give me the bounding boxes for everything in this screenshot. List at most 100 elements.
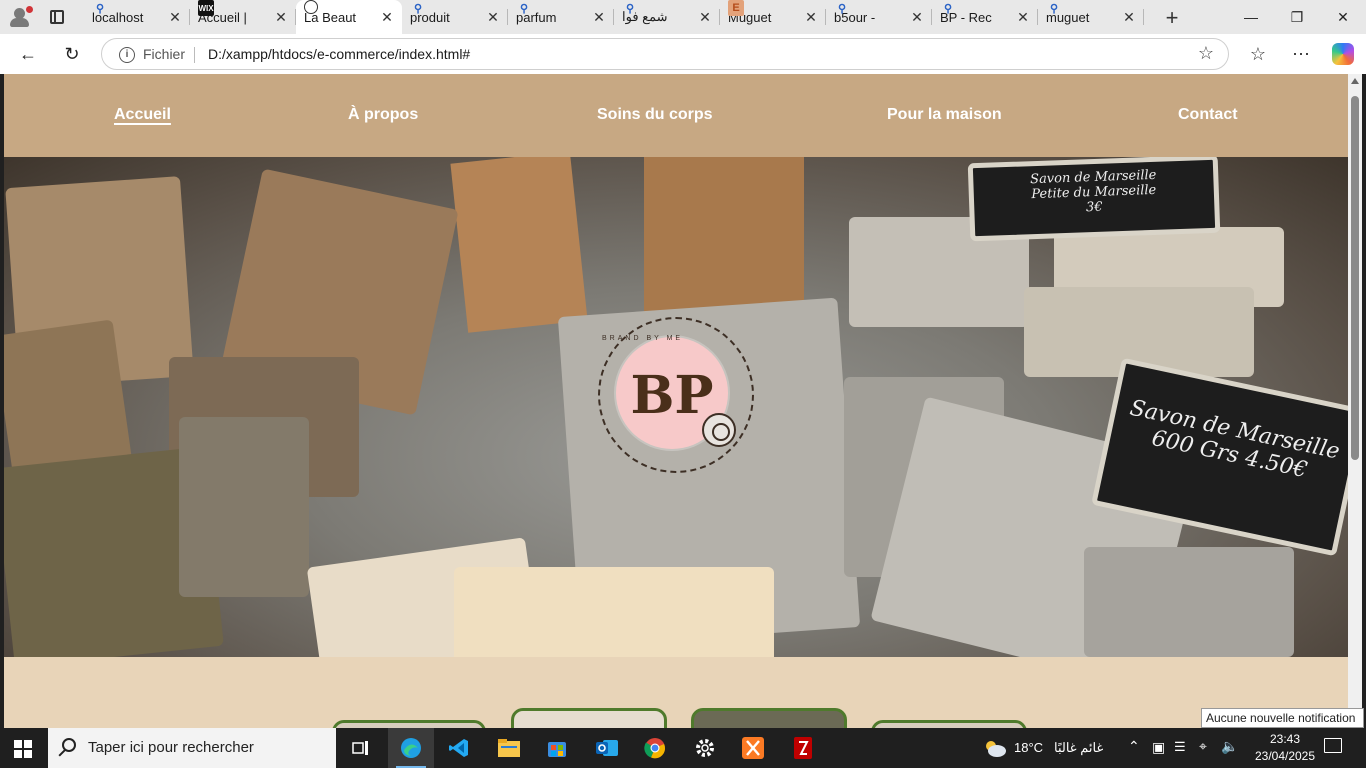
tab-bp-rec[interactable]: ⚲ BP - Rec ✕ [932, 0, 1038, 34]
windows-start-icon[interactable] [14, 740, 32, 758]
tab-muguet-etsy[interactable]: E Muguet ✕ [720, 0, 826, 34]
search-icon: ⚲ [95, 2, 105, 15]
nav-link-a-propos[interactable]: À propos [348, 106, 418, 124]
taskbar-search-placeholder: Taper ici pour rechercher [88, 739, 254, 756]
wix-icon: WIX [198, 0, 214, 16]
nav-link-soins-du-corps[interactable]: Soins du corps [597, 106, 713, 124]
close-icon[interactable]: ✕ [168, 9, 182, 26]
search-icon: ⚲ [519, 2, 529, 15]
soap-cube [1084, 547, 1294, 657]
file-explorer-icon[interactable] [486, 728, 532, 768]
close-icon[interactable]: ✕ [274, 9, 288, 26]
restore-icon[interactable]: ❐ [1274, 0, 1320, 34]
tab-b5our[interactable]: ⚲ b5our - ✕ [826, 0, 932, 34]
logo-arc-text: BRAND BY ME [602, 335, 684, 342]
site-navigation: Accueil À propos Soins du corps Pour la … [4, 74, 1348, 157]
scroll-thumb[interactable] [1351, 96, 1359, 460]
taskbar-clock[interactable]: 23:43 23/04/2025 [1248, 731, 1322, 765]
more-options-icon[interactable]: ⋯ [1289, 42, 1313, 66]
tab-muguet[interactable]: ⚲ muguet ✕ [1038, 0, 1144, 34]
tab-la-beaute[interactable]: La Beaut ✕ [296, 0, 402, 34]
close-icon[interactable]: ✕ [380, 9, 394, 26]
brand-logo[interactable]: BP BRAND BY ME [598, 317, 754, 473]
search-icon: ⚲ [837, 2, 847, 15]
search-icon: ⚲ [625, 2, 635, 15]
scroll-up-arrow-icon[interactable] [1351, 78, 1359, 84]
clock-date: 23/04/2025 [1254, 749, 1316, 763]
back-arrow-icon[interactable]: ← [16, 42, 40, 66]
tab-produit[interactable]: ⚲ produit ✕ [402, 0, 508, 34]
hero-image-marseille-soaps: Savon de Marseille Petite du Marseille 3… [4, 157, 1348, 657]
minimize-icon[interactable]: — [1228, 0, 1274, 34]
browser-tab-bar: ⚲ localhost ✕ WIX Accueil | ✕ La Beaut ✕… [0, 0, 1366, 34]
address-bar[interactable]: i Fichier D:/xampp/htdocs/e-commerce/ind… [101, 38, 1229, 70]
taskbar-search[interactable]: Taper ici pour rechercher [48, 728, 336, 768]
browser-toolbar: ← ↻ i Fichier D:/xampp/htdocs/e-commerce… [0, 34, 1366, 74]
close-icon[interactable]: ✕ [1122, 9, 1136, 26]
xampp-icon[interactable] [730, 728, 776, 768]
search-icon: ⚲ [413, 2, 423, 15]
tab-actions-icon[interactable] [46, 8, 70, 28]
task-view-icon[interactable] [338, 728, 384, 768]
notification-tooltip: Aucune nouvelle notification [1201, 708, 1364, 728]
close-icon[interactable]: ✕ [1016, 9, 1030, 26]
soap-cube [454, 567, 774, 657]
chrome-icon[interactable] [632, 728, 678, 768]
wifi-icon[interactable]: ⌖ [1199, 738, 1207, 755]
weather-cloud-icon[interactable] [982, 738, 1008, 763]
nav-link-accueil[interactable]: Accueil [114, 106, 171, 124]
divider [194, 47, 195, 63]
weather-desc[interactable]: غائم غالبًا [1054, 740, 1103, 756]
info-icon[interactable]: i [119, 47, 135, 63]
refresh-icon[interactable]: ↻ [60, 42, 84, 66]
page-scrollbar[interactable] [1348, 74, 1362, 728]
edge-browser-icon[interactable] [388, 728, 434, 768]
paper-bag [450, 157, 588, 333]
clock-time: 23:43 [1269, 732, 1301, 746]
product-card[interactable] [691, 708, 847, 728]
etsy-icon: E [728, 0, 744, 16]
windows-taskbar: Taper ici pour rechercher 18°C غائم غالب… [0, 728, 1366, 768]
product-card[interactable] [511, 708, 667, 728]
product-cards-preview [4, 704, 1348, 728]
search-icon: ⚲ [943, 2, 953, 15]
product-card[interactable] [332, 720, 486, 728]
close-icon[interactable]: ✕ [592, 9, 606, 26]
copilot-icon[interactable] [1332, 43, 1354, 65]
settings-gear-icon[interactable] [682, 728, 728, 768]
vscode-icon[interactable] [436, 728, 482, 768]
nav-link-pour-la-maison[interactable]: Pour la maison [887, 106, 1002, 124]
language-ime-icon[interactable]: ☰ [1174, 739, 1186, 755]
volume-icon[interactable]: 🔈 [1221, 738, 1238, 755]
nav-link-contact[interactable]: Contact [1178, 106, 1238, 124]
weather-temp[interactable]: 18°C [1014, 740, 1043, 755]
favorite-star-icon[interactable]: ☆ [1198, 43, 1214, 64]
search-icon [62, 738, 76, 752]
tab-accueil[interactable]: WIX Accueil | ✕ [190, 0, 296, 34]
profile-avatar-icon[interactable] [8, 6, 34, 28]
notification-center-icon[interactable] [1324, 738, 1342, 753]
product-card[interactable] [871, 720, 1027, 728]
tab-localhost[interactable]: ⚲ localhost ✕ [84, 0, 190, 34]
url-text[interactable]: D:/xampp/htdocs/e-commerce/index.html# [208, 46, 470, 62]
show-hidden-icons-chevron-icon[interactable]: ⌃ [1128, 738, 1140, 755]
close-icon[interactable]: ✕ [698, 9, 712, 26]
soap-cube [179, 417, 309, 597]
search-icon: ⚲ [1049, 2, 1059, 15]
filezilla-icon[interactable] [780, 728, 826, 768]
outlook-icon[interactable] [584, 728, 630, 768]
microsoft-store-icon[interactable] [534, 728, 580, 768]
meet-now-icon[interactable]: ▣ [1152, 739, 1165, 756]
rose-icon [702, 413, 736, 447]
new-tab-plus-icon[interactable]: + [1160, 5, 1184, 31]
price-board-top: Savon de Marseille Petite du Marseille 3… [967, 157, 1221, 242]
tab-strip: ⚲ localhost ✕ WIX Accueil | ✕ La Beaut ✕… [84, 0, 1144, 34]
scheme-label: Fichier [143, 46, 186, 62]
close-icon[interactable]: ✕ [804, 9, 818, 26]
window-close-icon[interactable]: ✕ [1320, 0, 1366, 34]
close-icon[interactable]: ✕ [486, 9, 500, 26]
tab-arabic[interactable]: ⚲ شمع فوا ✕ [614, 0, 720, 34]
tab-parfum[interactable]: ⚲ parfum ✕ [508, 0, 614, 34]
close-icon[interactable]: ✕ [910, 9, 924, 26]
favorites-list-icon[interactable]: ☆ [1246, 42, 1270, 66]
